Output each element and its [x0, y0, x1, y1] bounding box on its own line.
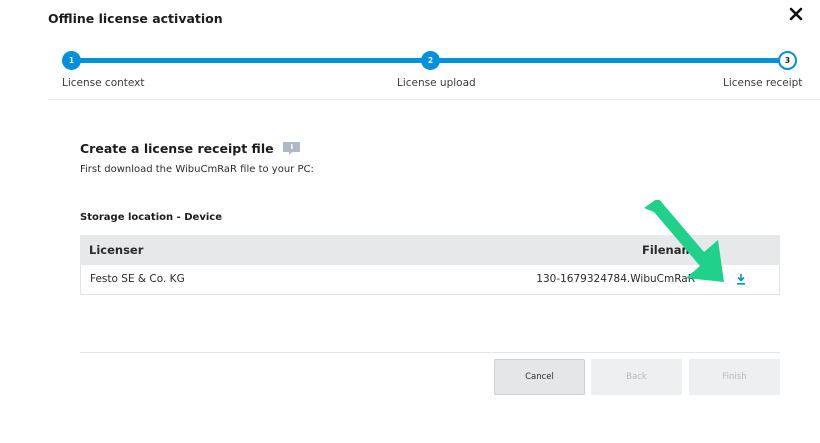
stepper-divider	[48, 99, 820, 100]
step-1-marker: 1	[62, 51, 81, 70]
instruction-text: First download the WibuCmRaR file to you…	[80, 164, 314, 175]
footer-divider	[80, 352, 780, 353]
section-title: Create a license receipt file	[80, 141, 301, 156]
stepper: 1 2 3 License context License upload Lic…	[0, 0, 820, 100]
finish-button[interactable]: Finish	[689, 359, 780, 395]
step-3-marker: 3	[778, 51, 797, 70]
info-icon[interactable]	[282, 141, 301, 156]
step-2-label: License upload	[397, 77, 476, 89]
step-3-number: 3	[784, 56, 791, 65]
step-3-label: License receipt	[723, 77, 803, 89]
step-1-number: 1	[68, 56, 75, 65]
step-1-label: License context	[62, 77, 145, 89]
green-arrow-icon	[644, 200, 724, 282]
storage-location-title: Storage location - Device	[80, 212, 222, 223]
back-button[interactable]: Back	[591, 359, 682, 395]
step-2-marker: 2	[421, 51, 440, 70]
column-header-licenser: Licenser	[89, 243, 144, 257]
step-2-number: 2	[427, 56, 434, 65]
cancel-button[interactable]: Cancel	[494, 359, 585, 395]
licenser-cell: Festo SE & Co. KG	[90, 273, 185, 285]
section-title-text: Create a license receipt file	[80, 141, 274, 156]
